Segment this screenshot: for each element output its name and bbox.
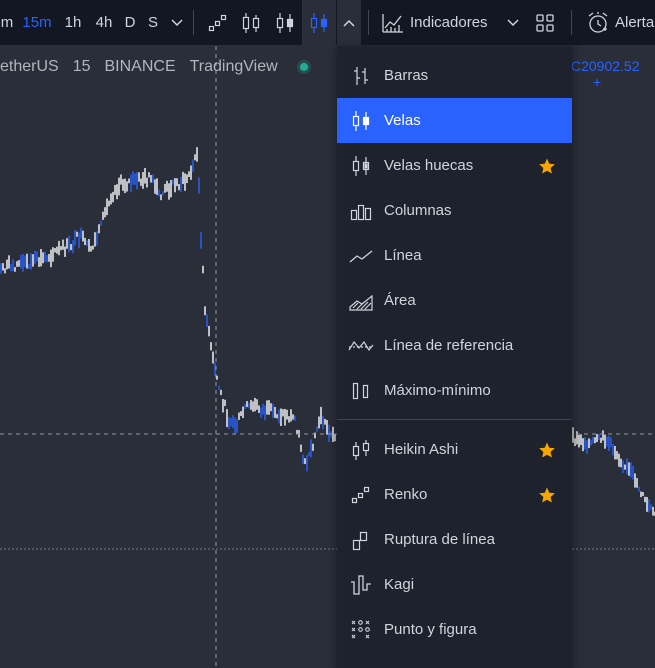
menu-item-renko[interactable]: Renko (337, 472, 572, 517)
columns-icon (337, 201, 384, 221)
menu-item-baseline[interactable]: Línea de referencia (337, 323, 572, 368)
baseline-icon (337, 336, 384, 356)
heikin-ashi-icon (337, 439, 384, 461)
point-figure-icon (337, 619, 384, 641)
menu-item-columns[interactable]: Columnas (337, 188, 572, 233)
favorite-star-icon[interactable] (522, 441, 572, 459)
menu-item-label: Máximo-mínimo (384, 382, 491, 399)
high-low-icon (337, 380, 384, 402)
line-break-icon (337, 529, 384, 551)
chart-type-menu: Barras Velas Velas huecas Columnas Línea Área… (337, 46, 572, 668)
legend-symbol[interactable]: etherUS (0, 58, 59, 76)
price-change: + (593, 74, 602, 90)
menu-item-label: Ruptura de línea (384, 531, 495, 548)
interval-day-button[interactable]: D (120, 0, 140, 45)
menu-item-label: Columnas (384, 202, 452, 219)
menu-divider (337, 419, 572, 420)
hollow-candles-favorite-icon[interactable] (236, 0, 266, 45)
indicators-icon[interactable] (378, 0, 408, 45)
menu-item-bars[interactable]: Barras (337, 53, 572, 98)
kagi-icon (337, 574, 384, 596)
close-price: C20902.52 (571, 58, 640, 74)
menu-item-label: Kagi (384, 576, 415, 593)
legend-interval[interactable]: 15 (73, 58, 91, 76)
menu-item-line[interactable]: Línea (337, 233, 572, 278)
alert-button[interactable]: Alerta (615, 0, 655, 45)
interval-minute-button[interactable]: m (0, 0, 14, 45)
menu-item-label: Heikin Ashi (384, 441, 459, 458)
menu-item-high-low[interactable]: Máximo-mínimo (337, 368, 572, 413)
menu-item-label: Línea (384, 247, 422, 264)
menu-item-point-figure[interactable]: Punto y figura (337, 607, 572, 652)
legend-source: TradingView (189, 58, 278, 75)
ohlc-close-value: C20902.52 + (571, 58, 655, 90)
menu-item-area[interactable]: Área (337, 278, 572, 323)
alert-clock-icon[interactable] (584, 0, 612, 45)
chart-type-dropdown-chevron-icon[interactable] (337, 0, 361, 45)
line-icon (337, 246, 384, 266)
heikin-ashi-favorite-icon[interactable] (270, 0, 300, 45)
menu-item-hollow-candles[interactable]: Velas huecas (337, 143, 572, 188)
renko-favorite-icon[interactable] (204, 0, 232, 45)
menu-item-heikin-ashi[interactable]: Heikin Ashi (337, 427, 572, 472)
market-status-icon (299, 63, 308, 71)
toolbar-divider (571, 10, 572, 35)
interval-15m-button[interactable]: 15m (19, 0, 55, 45)
area-icon (337, 291, 384, 311)
menu-item-label: Renko (384, 486, 428, 503)
menu-item-label: Barras (384, 67, 429, 84)
menu-item-candles[interactable]: Velas (337, 98, 572, 143)
menu-item-label: Punto y figura (384, 621, 477, 638)
layouts-grid-icon[interactable] (530, 0, 560, 45)
toolbar-divider (193, 10, 194, 35)
menu-item-label: Línea de referencia (384, 337, 514, 354)
intervals-dropdown-chevron-icon[interactable] (166, 0, 188, 45)
candles-chart-type-button[interactable] (302, 0, 336, 45)
menu-item-label: Velas huecas (384, 157, 474, 174)
indicators-chevron-icon[interactable] (502, 0, 524, 45)
menu-item-label: Área (384, 292, 416, 309)
indicators-button[interactable]: Indicadores (410, 0, 494, 45)
renko-icon (337, 485, 384, 505)
favorite-star-icon[interactable] (522, 157, 572, 175)
toolbar-divider (368, 10, 369, 35)
interval-week-button[interactable]: S (143, 0, 163, 45)
interval-4h-button[interactable]: 4h (90, 0, 118, 45)
menu-item-line-break[interactable]: Ruptura de línea (337, 517, 572, 562)
favorite-star-icon[interactable] (522, 486, 572, 504)
candles-icon (337, 110, 384, 132)
top-toolbar: m 15m 1h 4h D S Indicadores Alerta (0, 0, 655, 46)
bars-icon (337, 65, 384, 87)
hollow-candles-icon (337, 155, 384, 177)
symbol-legend: etherUS 15 BINANCE TradingView (0, 56, 322, 78)
legend-exchange: BINANCE (104, 58, 176, 75)
interval-1h-button[interactable]: 1h (60, 0, 86, 45)
menu-item-kagi[interactable]: Kagi (337, 562, 572, 607)
menu-item-label: Velas (384, 112, 421, 129)
